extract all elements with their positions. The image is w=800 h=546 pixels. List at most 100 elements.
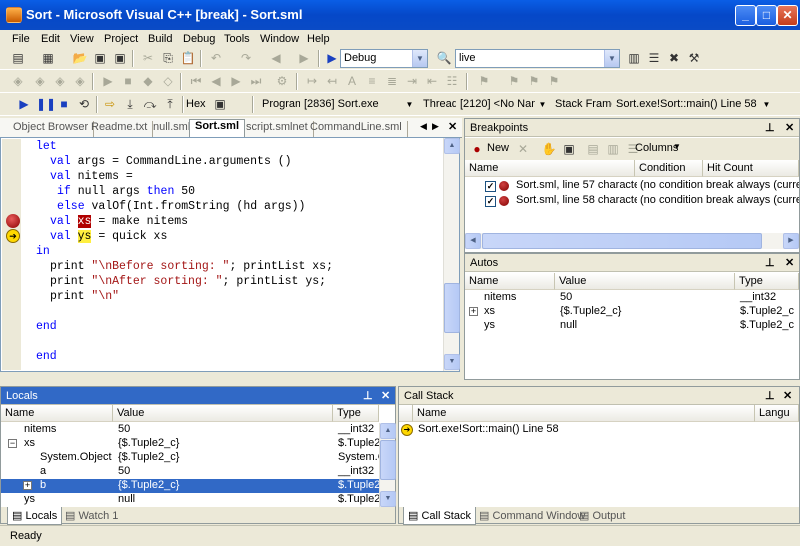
columns-dropdown-icon[interactable]: ▼ xyxy=(673,142,681,151)
tab-object-browser[interactable]: Object Browser xyxy=(8,121,95,137)
pin-icon[interactable]: ⊥ xyxy=(363,389,373,402)
navigate-forward-icon[interactable]: ▶ xyxy=(296,50,312,66)
undo-icon[interactable]: ↶ xyxy=(208,50,224,66)
autos-header-value[interactable]: Value xyxy=(555,273,735,290)
toolbar2-icon-16[interactable]: A xyxy=(344,73,360,89)
table-row[interactable]: System.Object {$.Tuple2_c} System.C xyxy=(1,451,379,465)
close-locals-icon[interactable]: ✕ xyxy=(381,389,390,402)
collapse-icon[interactable]: − xyxy=(8,439,17,448)
toolbar2-icon-17[interactable]: ≡ xyxy=(364,73,380,89)
toolbar2-icon-11[interactable]: ▶ xyxy=(228,73,244,89)
toolbar2-icon-12[interactable]: ⏭ xyxy=(248,73,264,89)
solution-config-select[interactable]: Debug ▼ xyxy=(340,49,428,68)
locals-header-value[interactable]: Value xyxy=(113,405,333,422)
redo-icon[interactable]: ↷ xyxy=(238,50,254,66)
menu-view[interactable]: View xyxy=(70,33,94,45)
toolbar2-icon-9[interactable]: ⏮ xyxy=(188,73,204,89)
scroll-thumb[interactable] xyxy=(482,233,762,249)
tab-scroll-right-icon[interactable]: ▶ xyxy=(432,121,439,132)
expand-icon[interactable]: + xyxy=(469,307,478,316)
table-row[interactable]: nitems 50 __int32 xyxy=(465,291,799,305)
goto-source-icon[interactable]: ▤ xyxy=(585,141,601,157)
close-autos-icon[interactable]: ✕ xyxy=(785,256,794,269)
menu-tools[interactable]: Tools xyxy=(224,33,250,45)
locals-vertical-scrollbar[interactable]: ▲ ▼ xyxy=(379,423,396,507)
tools-icon[interactable]: ⚒ xyxy=(686,50,702,66)
tab-locals[interactable]: ▤ Locals xyxy=(7,507,63,525)
table-row[interactable]: nitems 50 __int32 xyxy=(1,423,379,437)
menu-build[interactable]: Build xyxy=(148,33,172,45)
callstack-header-language[interactable]: Langu xyxy=(755,405,799,422)
bp-header-hitcount[interactable]: Hit Count xyxy=(703,160,799,177)
copy-icon[interactable]: ⎘ xyxy=(160,50,176,66)
properties-icon[interactable]: ☰ xyxy=(646,50,662,66)
start-icon[interactable]: ▶ xyxy=(324,50,340,66)
scroll-thumb[interactable] xyxy=(380,440,396,480)
toolbar2-icon-21[interactable]: ☷ xyxy=(444,73,460,89)
toolbar2-icon-8[interactable]: ◇ xyxy=(160,73,176,89)
menu-file[interactable]: File xyxy=(12,33,30,45)
toolbar2-icon-19[interactable]: ⇥ xyxy=(404,73,420,89)
app-icon[interactable] xyxy=(6,7,22,23)
breakpoint-row[interactable]: ✓ Sort.sml, line 58 character 7 (no cond… xyxy=(465,194,799,209)
disable-breakpoints-icon[interactable]: ▣ xyxy=(561,141,577,157)
autos-header-name[interactable]: Name xyxy=(465,273,555,290)
autos-header-type[interactable]: Type xyxy=(735,273,799,290)
scroll-down-icon[interactable]: ▼ xyxy=(380,491,396,507)
menu-window[interactable]: Window xyxy=(260,33,299,45)
find-in-files-icon[interactable]: 🔍 xyxy=(436,50,452,66)
menu-debug[interactable]: Debug xyxy=(183,33,215,45)
close-tab-icon[interactable]: ✕ xyxy=(448,120,457,133)
locals-header-type[interactable]: Type xyxy=(333,405,379,422)
new-breakpoint-button[interactable]: New xyxy=(487,142,509,154)
columns-button[interactable]: Columns xyxy=(635,142,678,154)
breakpoint-row[interactable]: ✓ Sort.sml, line 57 character 7 (no cond… xyxy=(465,179,799,194)
toolbar2-icon-7[interactable]: ◆ xyxy=(140,73,156,89)
toolbox-icon[interactable]: ✖ xyxy=(666,50,682,66)
toolbar2-icon-14[interactable]: ↦ xyxy=(304,73,320,89)
tab-script-smlnet[interactable]: script.smlnet xyxy=(241,121,314,137)
toolbar2-icon-20[interactable]: ⇤ xyxy=(424,73,440,89)
save-icon[interactable]: ▣ xyxy=(92,50,108,66)
scroll-down-icon[interactable]: ▼ xyxy=(444,354,460,370)
breakpoint-checkbox[interactable]: ✓ xyxy=(485,181,496,192)
stop-debugging-icon[interactable]: ■ xyxy=(56,96,72,112)
show-next-statement-icon[interactable]: ⇨ xyxy=(102,96,118,112)
bp-header-name[interactable]: Name xyxy=(465,160,635,177)
goto-disassembly-icon[interactable]: ▥ xyxy=(605,141,621,157)
toggle-breakpoints-icon[interactable]: ✋ xyxy=(541,141,557,157)
tab-scroll-left-icon[interactable]: ◀ xyxy=(420,121,427,132)
toolbar2-icon-15[interactable]: ↤ xyxy=(324,73,340,89)
table-row[interactable]: ys null $.Tuple2_ xyxy=(1,493,379,507)
table-row[interactable]: + xs {$.Tuple2_c} $.Tuple2_c xyxy=(465,305,799,319)
paste-icon[interactable]: 📋 xyxy=(180,50,196,66)
cut-icon[interactable]: ✂ xyxy=(140,50,156,66)
thread-select[interactable]: [2120] <No Name> ▼ xyxy=(456,95,551,114)
tab-readme[interactable]: Readme.txt xyxy=(86,121,154,137)
tab-command-window[interactable]: ▤ Command Window xyxy=(475,507,589,525)
toolbar2-icon-24[interactable]: ⚑ xyxy=(526,73,542,89)
tab-commandline-sml[interactable]: CommandLine.sml xyxy=(305,121,408,137)
breakpoints-horizontal-scrollbar[interactable]: ◀ ▶ xyxy=(465,233,799,249)
delete-breakpoint-icon[interactable]: ✕ xyxy=(515,141,531,157)
scroll-right-icon[interactable]: ▶ xyxy=(783,233,799,249)
table-row[interactable]: a 50 __int32 xyxy=(1,465,379,479)
breakpoint-checkbox[interactable]: ✓ xyxy=(485,196,496,207)
pin-icon[interactable]: ⊥ xyxy=(765,389,775,402)
open-icon[interactable]: 📂 xyxy=(72,50,88,66)
editor-gutter[interactable] xyxy=(2,139,21,370)
editor-vertical-scrollbar[interactable]: ▲ ▼ xyxy=(443,138,460,371)
scroll-left-icon[interactable]: ◀ xyxy=(465,233,481,249)
break-all-icon[interactable]: ❚❚ xyxy=(36,96,56,112)
save-all-icon[interactable]: ▣ xyxy=(112,50,128,66)
toolbar2-icon-6[interactable]: ■ xyxy=(120,73,136,89)
minimize-button[interactable]: _ xyxy=(735,5,756,26)
step-into-icon[interactable]: ⤓ xyxy=(122,96,138,112)
tab-call-stack[interactable]: ▤ Call Stack xyxy=(403,507,476,525)
breakpoints-window-icon[interactable]: ▣ xyxy=(212,96,228,112)
pin-icon[interactable]: ⊥ xyxy=(765,256,775,269)
expand-icon[interactable]: + xyxy=(23,481,32,490)
toolbar2-icon-10[interactable]: ◀ xyxy=(208,73,224,89)
close-callstack-icon[interactable]: ✕ xyxy=(783,389,792,402)
toolbar2-icon-4[interactable]: ◈ xyxy=(72,73,88,89)
